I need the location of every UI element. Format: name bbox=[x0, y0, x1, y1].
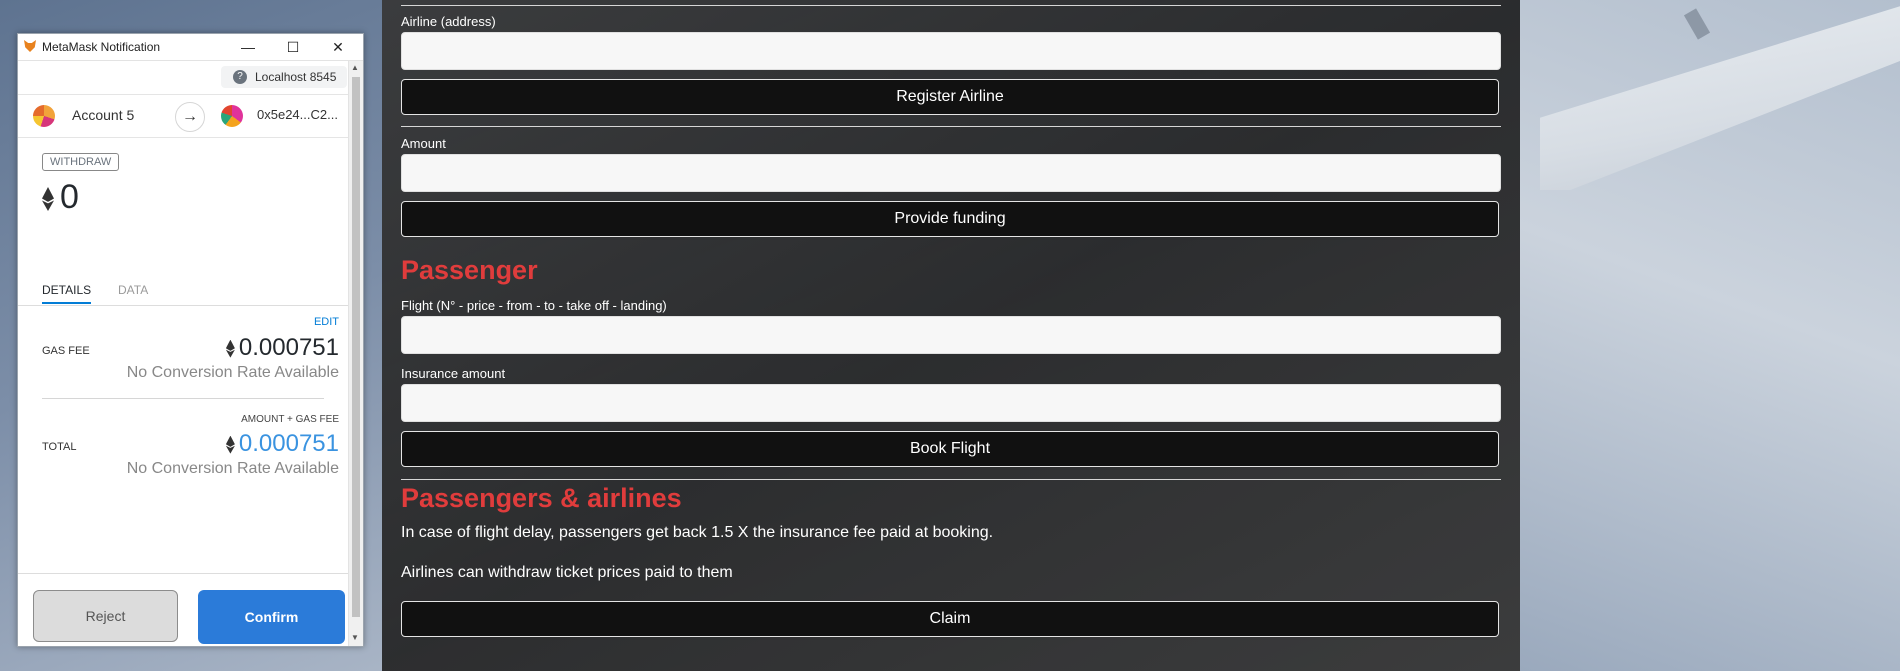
maximize-icon[interactable]: ☐ bbox=[283, 37, 303, 57]
reject-button[interactable]: Reject bbox=[33, 590, 178, 642]
gas-fee-conversion: No Conversion Rate Available bbox=[126, 364, 339, 381]
flight-label: Flight (N° - price - from - to - take of… bbox=[401, 298, 667, 313]
total-amount: 0.000751 bbox=[238, 430, 339, 457]
metamask-window: MetaMask Notification — ☐ ✕ ▲ ▼ ? Localh… bbox=[17, 33, 364, 647]
close-icon[interactable]: ✕ bbox=[328, 37, 348, 57]
ethereum-icon bbox=[42, 187, 54, 212]
divider bbox=[42, 398, 324, 399]
gas-fee-amount: 0.000751 bbox=[238, 334, 339, 361]
scroll-up-icon[interactable]: ▲ bbox=[351, 63, 359, 72]
to-address: 0x5e24...C2... bbox=[257, 107, 338, 122]
gas-fee-value: 0.000751 bbox=[225, 334, 339, 362]
tab-data[interactable]: DATA bbox=[118, 283, 148, 297]
passengers-airlines-heading: Passengers & airlines bbox=[401, 483, 682, 513]
divider bbox=[401, 126, 1501, 127]
network-name: Localhost 8545 bbox=[255, 70, 337, 84]
from-account-name: Account 5 bbox=[72, 107, 135, 123]
scroll-down-icon[interactable]: ▼ bbox=[351, 633, 359, 642]
total-conversion: No Conversion Rate Available bbox=[126, 460, 339, 477]
divider bbox=[401, 479, 1501, 480]
book-flight-button[interactable]: Book Flight bbox=[401, 431, 1499, 467]
transaction-amount: 0 bbox=[42, 178, 79, 217]
total-value: 0.000751 bbox=[225, 430, 339, 458]
ethereum-icon bbox=[225, 339, 235, 358]
scrollbar-thumb[interactable] bbox=[352, 77, 360, 617]
action-badge: WITHDRAW bbox=[42, 153, 120, 171]
claim-button[interactable]: Claim bbox=[401, 601, 1499, 637]
withdraw-info-text: Airlines can withdraw ticket prices paid… bbox=[401, 564, 733, 581]
flight-select[interactable] bbox=[401, 316, 1501, 354]
ethereum-icon bbox=[225, 435, 235, 454]
register-airline-button[interactable]: Register Airline bbox=[401, 79, 1499, 115]
tab-details[interactable]: DETAILS bbox=[42, 283, 92, 304]
amount-input[interactable] bbox=[401, 154, 1501, 192]
action-footer: Reject Confirm bbox=[18, 573, 348, 647]
details-tabs: DETAILS DATA bbox=[18, 277, 348, 306]
insurance-amount-input[interactable] bbox=[401, 384, 1501, 422]
dapp-panel: Airline (address) Register Airline Amoun… bbox=[382, 0, 1520, 671]
network-indicator[interactable]: ? Localhost 8545 bbox=[221, 66, 347, 88]
delay-info-text: In case of flight delay, passengers get … bbox=[401, 524, 994, 541]
window-titlebar: MetaMask Notification — ☐ ✕ bbox=[18, 34, 363, 61]
window-title: MetaMask Notification bbox=[42, 40, 161, 54]
passenger-heading: Passenger bbox=[401, 255, 538, 285]
divider bbox=[401, 5, 1501, 6]
insurance-amount-label: Insurance amount bbox=[401, 366, 506, 381]
confirm-button[interactable]: Confirm bbox=[198, 590, 345, 644]
gas-fee-label: GAS FEE bbox=[42, 345, 90, 357]
airline-address-input[interactable] bbox=[401, 32, 1501, 70]
amount-label: Amount bbox=[401, 136, 446, 151]
minimize-icon[interactable]: — bbox=[238, 37, 258, 57]
metamask-fox-icon bbox=[24, 40, 36, 52]
amount-value: 0 bbox=[60, 178, 79, 216]
scrollbar[interactable]: ▲ ▼ bbox=[348, 61, 363, 646]
provide-funding-button[interactable]: Provide funding bbox=[401, 201, 1499, 237]
edit-gas-link[interactable]: EDIT bbox=[314, 316, 339, 328]
amount-gas-label: AMOUNT + GAS FEE bbox=[241, 414, 339, 425]
question-icon: ? bbox=[233, 70, 247, 84]
account-row: Account 5 → 0x5e24...C2... bbox=[18, 94, 348, 138]
from-account-avatar bbox=[33, 105, 55, 127]
to-account-avatar bbox=[221, 105, 243, 127]
airline-address-label: Airline (address) bbox=[401, 14, 496, 29]
total-label: TOTAL bbox=[42, 441, 77, 453]
arrow-right-icon: → bbox=[175, 102, 205, 132]
